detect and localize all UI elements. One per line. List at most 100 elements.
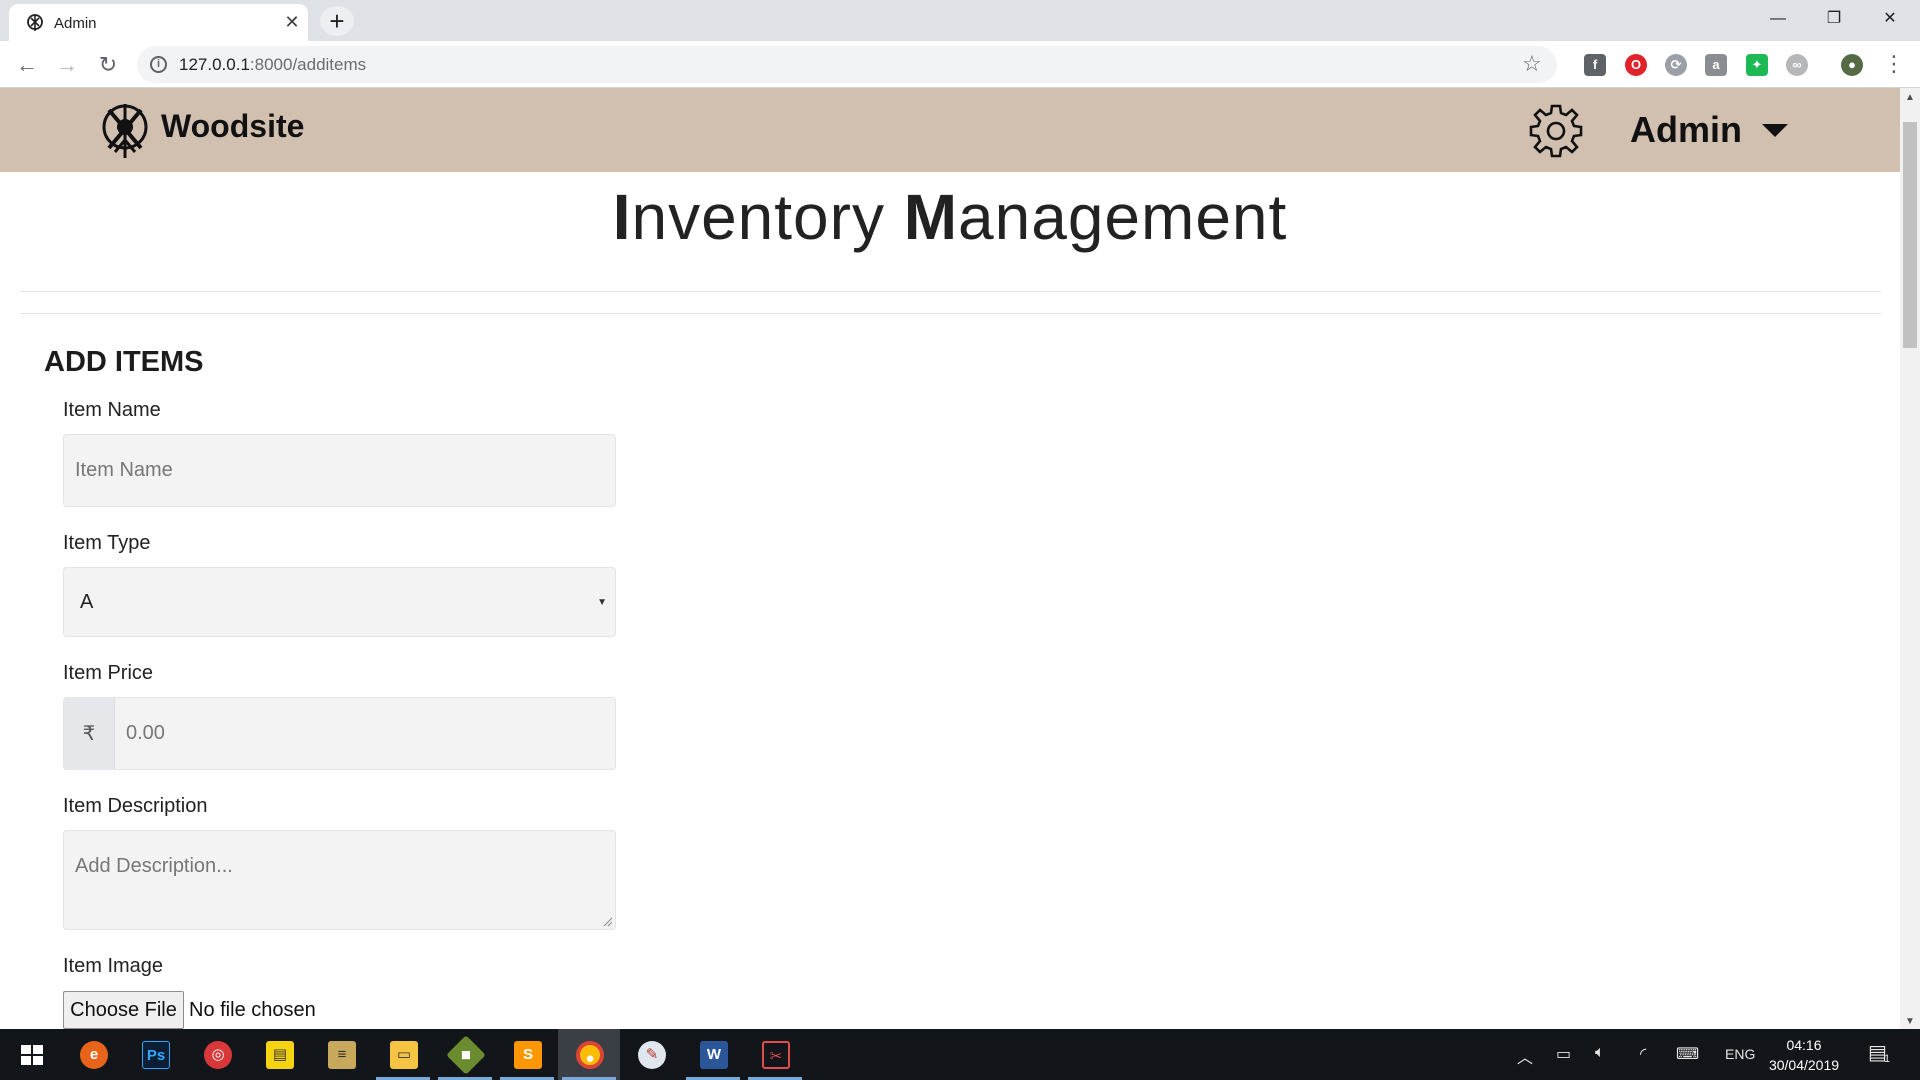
settings-gear-icon[interactable]: [1528, 103, 1584, 159]
start-button[interactable]: [0, 1029, 62, 1080]
browser-toolbar: ← → ↻ i 127.0.0.1:8000/additems ☆ f O ⟳ …: [0, 41, 1920, 88]
browser-titlebar: Admin ✕ + — ❐ ✕: [0, 0, 1920, 41]
windows-taskbar: e Ps ◎ ▤ ≡ ▭ ◆ S ● ✎ W ✂ ︿ ▭ 🔈︎ ◜ ⌨ ENG …: [0, 1029, 1920, 1080]
restore-window-button[interactable]: ❐: [1806, 0, 1862, 38]
taskbar-sticky-notes[interactable]: ▤: [248, 1029, 310, 1080]
windows-logo-icon: [21, 1045, 43, 1065]
item-description-placeholder: Add Description...: [75, 855, 233, 877]
site-info-icon[interactable]: i: [150, 56, 167, 73]
taskbar-snipping-tool[interactable]: ✂: [744, 1029, 806, 1080]
item-type-label: Item Type: [63, 532, 151, 554]
wifi-icon[interactable]: ◜: [1640, 1044, 1646, 1064]
taskbar-photoshop[interactable]: Ps: [124, 1029, 186, 1080]
title-word-inventory: nventory: [631, 181, 904, 253]
taskbar-notepad[interactable]: ≡: [310, 1029, 372, 1080]
minimize-window-button[interactable]: —: [1750, 0, 1806, 38]
taskbar-sublime-text[interactable]: S: [496, 1029, 558, 1080]
dropdown-arrow-icon: ▼: [597, 597, 607, 608]
divider: [20, 291, 1881, 292]
sticky-notes-icon: ▤: [266, 1041, 294, 1069]
page-scrollbar[interactable]: ▲ ▼: [1900, 88, 1920, 1029]
paint-icon: ✎: [638, 1041, 666, 1069]
folder-icon: ▭: [390, 1041, 418, 1069]
item-description-label: Item Description: [63, 795, 208, 817]
notification-count-badge: 1: [1884, 1053, 1891, 1065]
admin-user-menu[interactable]: Admin: [1630, 106, 1742, 154]
file-status-text: No file chosen: [189, 999, 316, 1021]
choose-file-button[interactable]: Choose File: [63, 991, 184, 1029]
url-path: :8000/additems: [249, 55, 367, 74]
item-name-label: Item Name: [63, 399, 161, 421]
keyboard-icon[interactable]: ⌨: [1676, 1044, 1699, 1064]
forward-button[interactable]: →: [51, 49, 83, 81]
taskbar-browser[interactable]: ◎: [186, 1029, 248, 1080]
item-name-placeholder: Item Name: [75, 459, 173, 481]
battery-icon[interactable]: ▭: [1556, 1044, 1571, 1064]
taskbar-chrome[interactable]: ●: [558, 1029, 620, 1080]
brand-name[interactable]: Woodsite: [161, 108, 304, 145]
rupee-icon: ₹: [64, 698, 115, 770]
url-host: 127.0.0.1: [179, 55, 250, 74]
item-description-textarea[interactable]: Add Description...: [63, 830, 616, 930]
item-type-selected-value: A: [80, 591, 94, 613]
taskbar-file-explorer[interactable]: ▭: [372, 1029, 434, 1080]
profile-avatar-icon[interactable]: ●: [1841, 54, 1863, 76]
scrollbar-thumb[interactable]: [1903, 122, 1917, 348]
opera-extension-icon[interactable]: O: [1625, 54, 1647, 76]
clock-time: 04:16: [1786, 1037, 1822, 1053]
site-navbar: Woodsite Admin: [0, 88, 1900, 172]
snipping-tool-icon: ✂: [762, 1041, 790, 1069]
back-button[interactable]: ←: [11, 49, 43, 81]
woodsite-logo-icon[interactable]: [99, 100, 151, 160]
photoshop-icon: Ps: [142, 1041, 170, 1069]
bookmark-star-icon[interactable]: ☆: [1522, 51, 1542, 77]
puzzle-extension-icon[interactable]: ✦: [1746, 54, 1768, 76]
title-initial-m: M: [903, 181, 959, 253]
extension-icon[interactable]: ⟳: [1665, 54, 1687, 76]
item-type-select[interactable]: A ▼: [63, 567, 616, 637]
close-tab-icon[interactable]: ✕: [282, 12, 302, 32]
title-initial-i: I: [612, 181, 632, 253]
page-viewport: Woodsite Admin Inventory Management ADD …: [0, 88, 1920, 1029]
browser-icon: ◎: [204, 1041, 232, 1069]
edge-icon: e: [80, 1041, 108, 1069]
shopping-extension-icon[interactable]: a: [1705, 54, 1727, 76]
url-text[interactable]: 127.0.0.1:8000/additems: [179, 55, 366, 75]
reload-button[interactable]: ↻: [92, 49, 124, 81]
taskbar-word[interactable]: W: [682, 1029, 744, 1080]
volume-icon[interactable]: 🔈︎: [1595, 1044, 1605, 1062]
browser-menu-icon[interactable]: ⋮: [1883, 50, 1905, 78]
new-tab-button[interactable]: +: [320, 6, 354, 36]
item-price-placeholder: 0.00: [126, 722, 165, 744]
title-word-management: anagement: [958, 181, 1288, 253]
close-window-button[interactable]: ✕: [1862, 0, 1918, 38]
notepad-icon: ≡: [328, 1041, 356, 1069]
facebook-extension-icon[interactable]: f: [1584, 54, 1606, 76]
page-title: Inventory Management: [0, 180, 1900, 254]
link-extension-icon[interactable]: ∞: [1786, 54, 1808, 76]
taskbar-git[interactable]: ◆: [434, 1029, 496, 1080]
chrome-icon: ●: [576, 1041, 604, 1069]
scroll-down-arrow-icon[interactable]: ▼: [1905, 1016, 1915, 1027]
item-price-label: Item Price: [63, 662, 154, 684]
item-image-label: Item Image: [63, 955, 164, 977]
word-icon: W: [700, 1041, 728, 1069]
show-hidden-icons-chevron-icon[interactable]: ︿: [1517, 1044, 1533, 1068]
language-indicator[interactable]: ENG: [1725, 1046, 1755, 1062]
taskbar-paint[interactable]: ✎: [620, 1029, 682, 1080]
browser-tab[interactable]: Admin ✕: [9, 4, 308, 41]
clock-date: 30/04/2019: [1768, 1057, 1840, 1073]
resize-grip-icon[interactable]: [603, 917, 613, 927]
caret-down-icon[interactable]: [1762, 124, 1788, 137]
scroll-up-arrow-icon[interactable]: ▲: [1905, 92, 1915, 103]
site-favicon-icon: [27, 14, 43, 31]
sublime-text-icon: S: [514, 1041, 542, 1069]
address-bar[interactable]: i 127.0.0.1:8000/additems ☆: [137, 46, 1557, 83]
taskbar-edge[interactable]: e: [62, 1029, 124, 1080]
tab-title: Admin: [54, 15, 97, 32]
item-price-input[interactable]: ₹ 0.00: [63, 697, 616, 770]
system-clock[interactable]: 04:16 30/04/2019: [1764, 1035, 1844, 1075]
git-icon: ◆: [446, 1035, 486, 1075]
item-name-input[interactable]: Item Name: [63, 434, 616, 507]
divider: [20, 313, 1881, 314]
